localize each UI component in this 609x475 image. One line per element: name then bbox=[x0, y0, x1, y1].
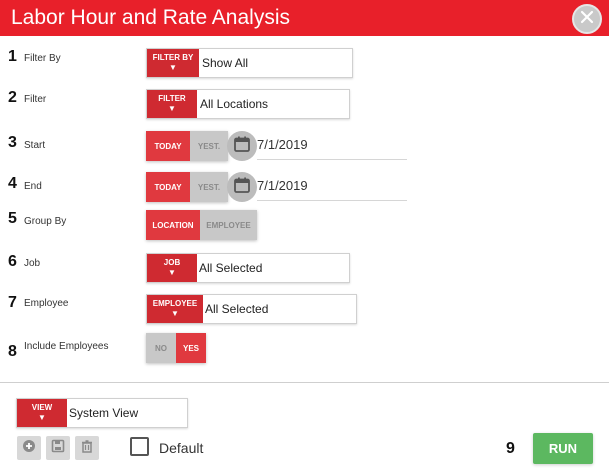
start-yesterday-option[interactable]: YEST. bbox=[190, 131, 228, 161]
caret-down-icon: ▼ bbox=[171, 309, 179, 318]
row-number: 6 bbox=[8, 253, 17, 270]
save-icon bbox=[51, 439, 65, 458]
row-number: 4 bbox=[8, 175, 17, 192]
default-checkbox[interactable] bbox=[130, 437, 149, 456]
save-view-button[interactable] bbox=[46, 436, 70, 460]
default-checkbox-label: Default bbox=[159, 440, 204, 456]
start-calendar-button[interactable] bbox=[227, 131, 257, 161]
start-date-underline bbox=[257, 159, 407, 160]
job-dropdown[interactable]: JOB ▼ All Selected bbox=[146, 253, 350, 283]
row-number: 1 bbox=[8, 48, 17, 65]
employee-tag[interactable]: EMPLOYEE ▼ bbox=[147, 295, 203, 323]
filter-by-label: Filter By bbox=[24, 53, 61, 64]
include-employees-yes-option[interactable]: YES bbox=[176, 333, 206, 363]
filter-by-tag[interactable]: FILTER BY ▼ bbox=[147, 49, 199, 77]
caret-down-icon: ▼ bbox=[38, 413, 46, 422]
close-icon bbox=[579, 9, 595, 30]
calendar-icon bbox=[233, 176, 251, 199]
row-number: 3 bbox=[8, 134, 17, 151]
filter-value: All Locations bbox=[200, 97, 269, 111]
end-date-value[interactable]: 7/1/2019 bbox=[257, 178, 308, 193]
section-divider bbox=[0, 382, 609, 383]
filter-label: Filter bbox=[24, 94, 47, 105]
dialog-title: Labor Hour and Rate Analysis bbox=[11, 6, 290, 29]
filter-dropdown[interactable]: FILTER ▼ All Locations bbox=[146, 89, 350, 119]
report-dialog: Labor Hour and Rate Analysis 1 Filter By… bbox=[0, 0, 609, 475]
view-value: System View bbox=[69, 406, 139, 420]
group-by-location-option[interactable]: LOCATION bbox=[146, 210, 200, 240]
end-yesterday-option[interactable]: YEST. bbox=[190, 172, 228, 202]
run-button[interactable]: RUN bbox=[533, 433, 593, 464]
group-by-employee-option[interactable]: EMPLOYEE bbox=[200, 210, 257, 240]
include-employees-toggle[interactable]: NO YES bbox=[146, 333, 206, 363]
employee-value: All Selected bbox=[205, 302, 269, 316]
start-quick-toggle[interactable]: TODAY YEST. bbox=[146, 131, 228, 161]
calendar-icon bbox=[233, 135, 251, 158]
include-employees-label: Include Employees bbox=[24, 341, 109, 352]
add-view-button[interactable] bbox=[17, 436, 41, 460]
group-by-label: Group By bbox=[24, 216, 67, 227]
delete-view-button[interactable] bbox=[75, 436, 99, 460]
dialog-header: Labor Hour and Rate Analysis bbox=[0, 0, 609, 36]
job-label: Job bbox=[24, 258, 41, 269]
end-calendar-button[interactable] bbox=[227, 172, 257, 202]
run-number: 9 bbox=[506, 440, 515, 457]
row-number: 7 bbox=[8, 294, 17, 311]
delete-icon bbox=[80, 439, 94, 458]
view-dropdown[interactable]: VIEW ▼ System View bbox=[16, 398, 188, 428]
filter-tag[interactable]: FILTER ▼ bbox=[147, 90, 197, 118]
filter-by-dropdown[interactable]: FILTER BY ▼ Show All bbox=[146, 48, 353, 78]
job-value: All Selected bbox=[199, 261, 263, 275]
start-today-option[interactable]: TODAY bbox=[146, 131, 190, 161]
view-tag[interactable]: VIEW ▼ bbox=[17, 399, 67, 427]
start-label: Start bbox=[24, 140, 46, 151]
include-employees-no-option[interactable]: NO bbox=[146, 333, 176, 363]
end-today-option[interactable]: TODAY bbox=[146, 172, 190, 202]
caret-down-icon: ▼ bbox=[169, 63, 177, 72]
row-number: 2 bbox=[8, 89, 17, 106]
end-label: End bbox=[24, 181, 42, 192]
caret-down-icon: ▼ bbox=[168, 268, 176, 277]
row-number: 5 bbox=[8, 210, 17, 227]
group-by-toggle[interactable]: LOCATION EMPLOYEE bbox=[146, 210, 257, 240]
employee-dropdown[interactable]: EMPLOYEE ▼ All Selected bbox=[146, 294, 357, 324]
caret-down-icon: ▼ bbox=[168, 104, 176, 113]
end-quick-toggle[interactable]: TODAY YEST. bbox=[146, 172, 228, 202]
close-button[interactable] bbox=[572, 4, 602, 34]
end-date-underline bbox=[257, 200, 407, 201]
start-date-value[interactable]: 7/1/2019 bbox=[257, 137, 308, 152]
filter-by-value: Show All bbox=[202, 56, 249, 70]
row-number: 8 bbox=[8, 343, 17, 360]
add-icon bbox=[22, 439, 36, 458]
job-tag[interactable]: JOB ▼ bbox=[147, 254, 197, 282]
employee-label: Employee bbox=[24, 298, 69, 309]
